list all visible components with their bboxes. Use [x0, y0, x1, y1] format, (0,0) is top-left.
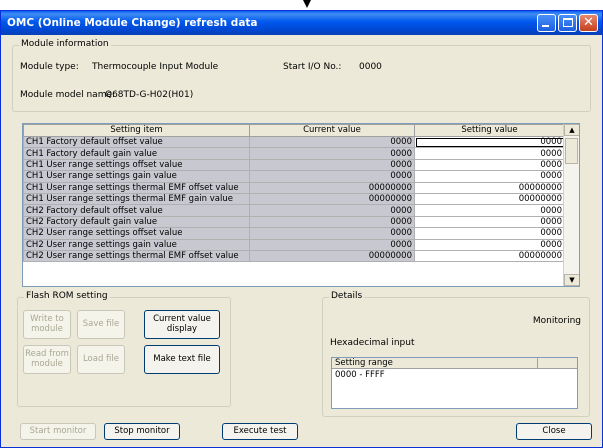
- module-type-label: Module type:: [20, 62, 79, 72]
- module-information-title: Module information: [19, 39, 111, 49]
- module-model-label: Module model name:: [20, 90, 116, 100]
- omc-refresh-data-dialog: OMC (Online Module Change) refresh data …: [0, 10, 603, 448]
- setting-item-cell: CH2 User range settings thermal EMF offs…: [23, 249, 250, 263]
- setting-range-header: Setting range: [332, 358, 577, 369]
- setting-item-cell: CH2 User range settings gain value: [23, 238, 250, 251]
- minimize-button[interactable]: [537, 14, 556, 32]
- setting-value-cell[interactable]: 0000: [414, 147, 565, 160]
- setting-value-cell[interactable]: 0000: [414, 135, 565, 149]
- scroll-down-button[interactable]: ▼: [564, 274, 579, 286]
- setting-item-cell: CH1 Factory default gain value: [23, 147, 250, 160]
- setting-value-cell[interactable]: 0000: [414, 215, 565, 229]
- pointer-arrow-icon: [303, 0, 311, 8]
- setting-item-cell: CH1 User range settings offset value: [23, 158, 250, 172]
- table-row[interactable]: CH1 User range settings thermal EMF gain…: [23, 192, 565, 206]
- close-window-button[interactable]: ✕: [579, 14, 598, 32]
- read-from-module-button[interactable]: Read from module: [23, 345, 71, 374]
- start-io-value: 0000: [359, 62, 382, 72]
- current-value-cell: 00000000: [249, 249, 415, 263]
- setting-value-cell[interactable]: 00000000: [414, 249, 565, 263]
- header-current-value[interactable]: Current value: [249, 124, 415, 137]
- setting-value-cell[interactable]: 0000: [414, 204, 565, 217]
- grid-header-row: Setting item Current value Setting value: [23, 124, 565, 137]
- setting-value-cell[interactable]: 0000: [414, 227, 565, 240]
- title-bar[interactable]: OMC (Online Module Change) refresh data …: [1, 11, 602, 35]
- maximize-button[interactable]: [558, 14, 577, 32]
- table-row[interactable]: CH1 Factory default gain value 0000 0000: [23, 147, 565, 160]
- close-icon: ✕: [583, 15, 594, 30]
- monitoring-status: Monitoring: [532, 316, 581, 326]
- details-title: Details: [329, 291, 365, 301]
- setting-range-value: 0000 - FFFF: [335, 370, 385, 380]
- scroll-thumb[interactable]: [565, 138, 578, 164]
- setting-item-cell: CH2 Factory default gain value: [23, 215, 250, 229]
- setting-item-cell: CH1 User range settings gain value: [23, 170, 250, 183]
- execute-test-button[interactable]: Execute test: [222, 423, 298, 440]
- setting-item-cell: CH1 Factory default offset value: [23, 135, 250, 149]
- setting-range-column-header: Setting range: [332, 358, 538, 369]
- load-file-button[interactable]: Load file: [77, 345, 125, 374]
- module-type-value: Thermocouple Input Module: [92, 62, 219, 72]
- save-file-button[interactable]: Save file: [77, 310, 125, 339]
- close-button[interactable]: Close: [516, 423, 592, 440]
- flash-rom-setting-title: Flash ROM setting: [24, 291, 110, 301]
- current-value-cell: 0000: [249, 204, 415, 217]
- module-model-value: Q68TD-G-H02(H01): [105, 90, 194, 100]
- flash-rom-setting-group: Flash ROM setting Write to module Save f…: [17, 291, 231, 407]
- current-value-cell: 0000: [249, 147, 415, 160]
- current-value-cell: 0000: [249, 170, 415, 183]
- setting-range-list: Setting range 0000 - FFFF: [331, 357, 578, 409]
- table-row[interactable]: CH2 User range settings thermal EMF offs…: [23, 249, 565, 263]
- write-to-module-button[interactable]: Write to module: [23, 310, 71, 339]
- hexadecimal-input-label: Hexadecimal input: [330, 338, 415, 348]
- module-information-group: Module information Module type: Thermoco…: [12, 39, 591, 112]
- setting-value-cell[interactable]: 0000: [414, 170, 565, 183]
- table-row[interactable]: CH1 Factory default offset value 0000 00…: [23, 135, 565, 149]
- minimize-icon: [542, 25, 549, 27]
- window-title: OMC (Online Module Change) refresh data: [7, 17, 258, 29]
- current-value-cell: 0000: [249, 215, 415, 229]
- table-row[interactable]: CH1 User range settings thermal EMF offs…: [23, 181, 565, 194]
- setting-item-cell: CH2 User range settings offset value: [23, 227, 250, 240]
- setting-item-cell: CH1 User range settings thermal EMF offs…: [23, 181, 250, 194]
- current-value-cell: 0000: [249, 238, 415, 251]
- current-value-cell: 00000000: [249, 181, 415, 194]
- setting-value-cell[interactable]: 0000: [414, 238, 565, 251]
- setting-value-cell[interactable]: 00000000: [414, 181, 565, 194]
- table-row[interactable]: CH1 User range settings gain value 0000 …: [23, 170, 565, 183]
- stop-monitor-button[interactable]: Stop monitor: [104, 423, 180, 440]
- current-value-display-button[interactable]: Current value display: [144, 310, 220, 339]
- current-value-cell: 0000: [249, 158, 415, 172]
- setting-value-cell[interactable]: 00000000: [414, 192, 565, 206]
- maximize-icon: [563, 18, 573, 27]
- table-row[interactable]: CH2 User range settings offset value 000…: [23, 227, 565, 240]
- header-setting-item[interactable]: Setting item: [23, 124, 250, 137]
- current-value-cell: 0000: [249, 227, 415, 240]
- refresh-data-table: Setting item Current value Setting value…: [23, 124, 565, 263]
- setting-value-cell[interactable]: 0000: [414, 158, 565, 172]
- setting-item-cell: CH1 User range settings thermal EMF gain…: [23, 192, 250, 206]
- current-value-cell: 00000000: [249, 192, 415, 206]
- grid-vertical-scrollbar[interactable]: ▲ ▼: [563, 124, 579, 286]
- start-io-label: Start I/O No.:: [283, 62, 342, 72]
- header-setting-value[interactable]: Setting value: [414, 124, 565, 137]
- table-row[interactable]: CH1 User range settings offset value 000…: [23, 158, 565, 172]
- make-text-file-button[interactable]: Make text file: [144, 345, 220, 374]
- start-monitor-button[interactable]: Start monitor: [20, 423, 96, 440]
- table-row[interactable]: CH2 Factory default gain value 0000 0000: [23, 215, 565, 229]
- table-row[interactable]: CH2 User range settings gain value 0000 …: [23, 238, 565, 251]
- current-value-cell: 0000: [249, 135, 415, 149]
- title-bar-buttons: ✕: [537, 14, 598, 32]
- scroll-up-button[interactable]: ▲: [564, 124, 579, 136]
- table-row[interactable]: CH2 Factory default offset value 0000 00…: [23, 204, 565, 217]
- setting-item-cell: CH2 Factory default offset value: [23, 204, 250, 217]
- refresh-data-grid[interactable]: Setting item Current value Setting value…: [22, 123, 580, 287]
